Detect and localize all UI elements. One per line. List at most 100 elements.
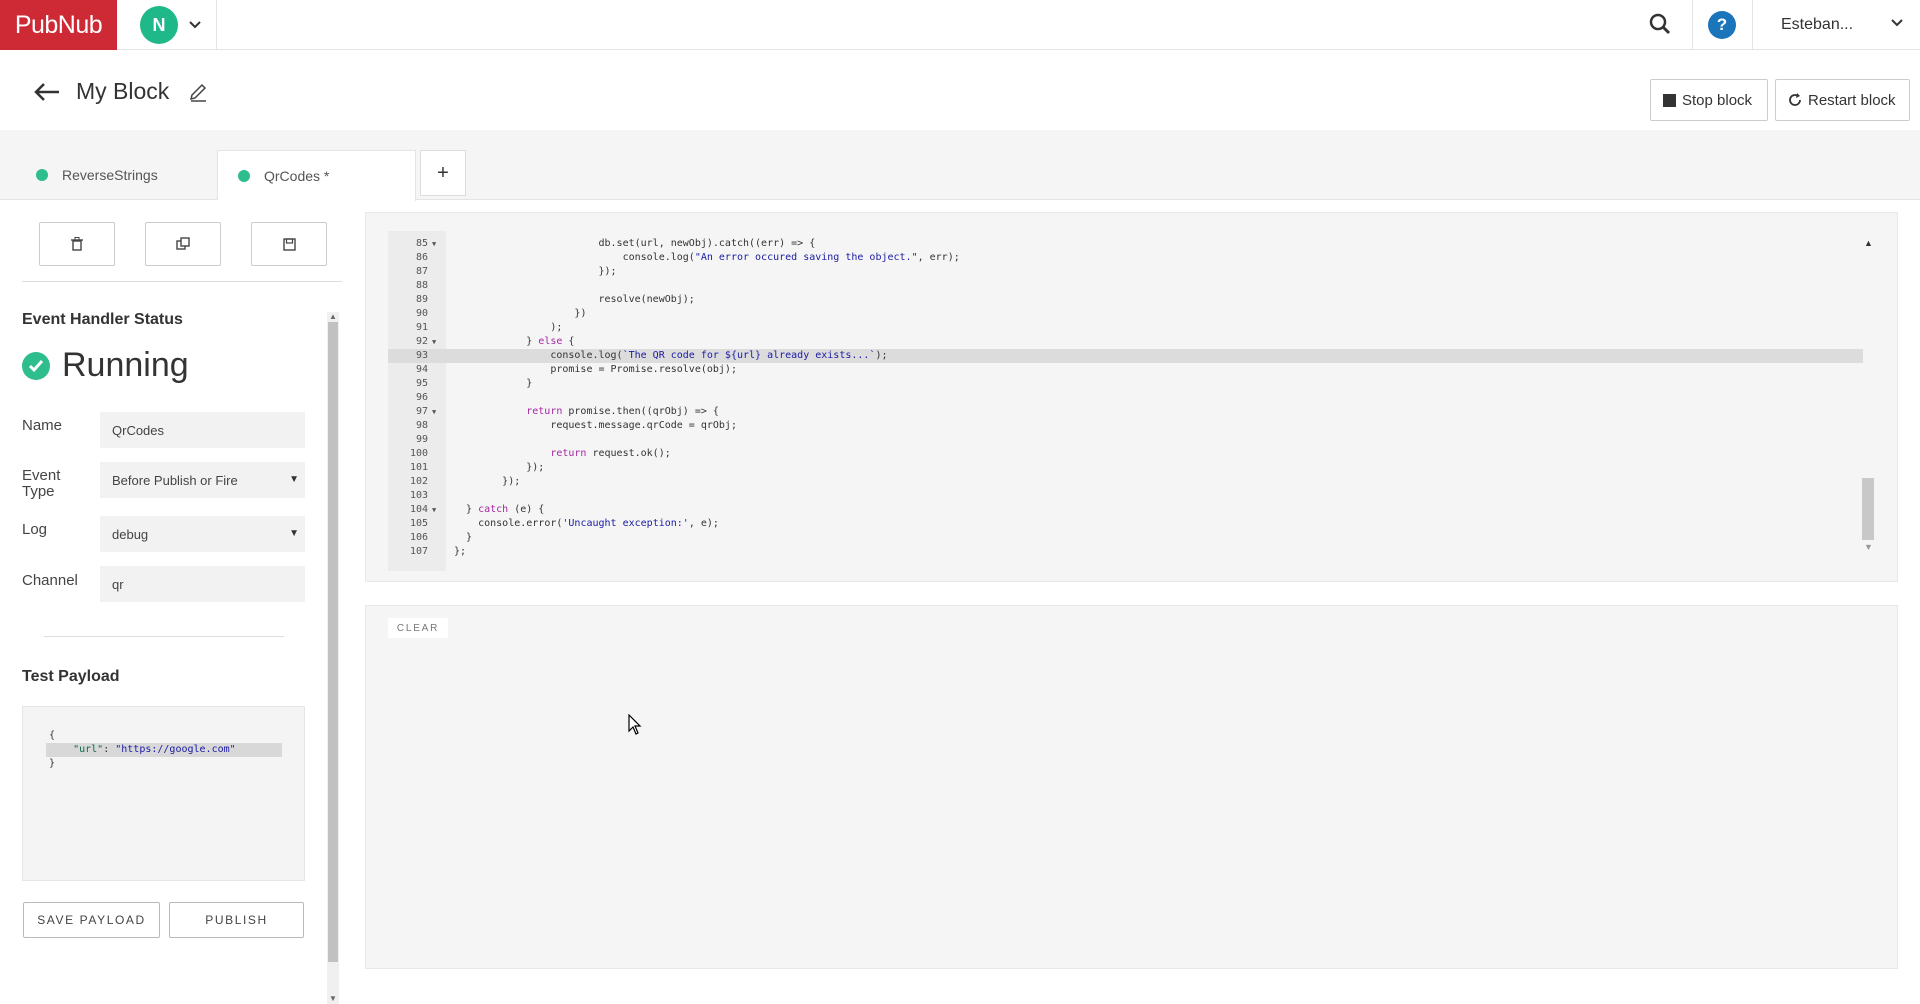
- code-token: });: [526, 462, 545, 473]
- search-icon[interactable]: [1648, 12, 1672, 36]
- code-text: console.log("An error occured saving the…: [444, 251, 960, 265]
- stop-block-label: Stop block: [1682, 91, 1753, 109]
- pencil-icon[interactable]: [188, 82, 208, 102]
- line-number: 102: [409, 476, 428, 487]
- caret-down-icon: ▼: [289, 528, 299, 539]
- code-text: db.set(url, newObj).catch((err) => {: [444, 237, 816, 251]
- fold-arrow-icon[interactable]: ▼: [432, 503, 444, 517]
- line-number: 104: [409, 504, 428, 515]
- back-arrow-icon[interactable]: [33, 80, 61, 104]
- user-menu[interactable]: Esteban...: [1781, 0, 1853, 50]
- line-number: 99: [415, 434, 428, 445]
- code-string: "An error occured saving the object.": [694, 252, 918, 263]
- code-line: 96: [388, 391, 1863, 405]
- restart-block-button[interactable]: Restart block: [1775, 79, 1910, 121]
- stop-block-button[interactable]: Stop block: [1650, 79, 1768, 121]
- line-number: 101: [409, 462, 428, 473]
- code-text: });: [444, 461, 544, 475]
- collapse-arrow-icon[interactable]: ▲: [1864, 238, 1873, 248]
- name-input[interactable]: QrCodes: [100, 412, 305, 448]
- log-select[interactable]: debug ▼: [100, 516, 305, 552]
- line-number: 87: [415, 266, 428, 277]
- code-keyword: return: [526, 406, 563, 417]
- line-number: 94: [415, 364, 428, 375]
- code-token: console.error(: [478, 518, 563, 529]
- test-payload-heading: Test Payload: [22, 668, 120, 685]
- chevron-down-icon[interactable]: [188, 18, 202, 32]
- code-line: 100 return request.ok();: [388, 447, 1863, 461]
- event-type-label: Event Type: [22, 467, 61, 500]
- save-button[interactable]: [251, 222, 327, 266]
- event-type-select[interactable]: Before Publish or Fire ▼: [100, 462, 305, 498]
- line-number: 97: [415, 406, 428, 417]
- save-icon: [282, 237, 296, 251]
- code-text: }: [444, 377, 532, 391]
- code-line: 103: [388, 489, 1863, 503]
- account-avatar[interactable]: N: [140, 6, 178, 44]
- code-line: 102 });: [388, 475, 1863, 489]
- code-line: 89 resolve(newObj);: [388, 293, 1863, 307]
- add-tab-button[interactable]: +: [420, 150, 466, 196]
- status-heading: Event Handler Status: [22, 311, 183, 328]
- code-token: , e);: [688, 518, 719, 529]
- caret-down-icon: ▼: [289, 474, 299, 485]
- help-icon[interactable]: ?: [1708, 11, 1736, 39]
- code-line: 99: [388, 433, 1863, 447]
- line-number: 103: [409, 490, 428, 501]
- channel-input[interactable]: qr: [100, 566, 305, 602]
- payload-editor[interactable]: { "url": "https://google.com" }: [22, 706, 305, 881]
- code-token: }: [526, 378, 533, 389]
- code-text: } catch (e) {: [444, 503, 544, 517]
- code-line: 86 console.log("An error occured saving …: [388, 251, 1863, 265]
- code-editor[interactable]: 85 ▼ db.set(url, newObj).catch((err) => {…: [365, 212, 1898, 582]
- tabs-bar: ReverseStrings QrCodes * +: [0, 130, 1920, 201]
- code-token: });: [502, 476, 521, 487]
- line-number: 85: [415, 238, 428, 249]
- code-line: 88: [388, 279, 1863, 293]
- code-text: }: [444, 531, 472, 545]
- tab-reversestrings[interactable]: ReverseStrings: [36, 150, 216, 200]
- account-switcher[interactable]: N: [140, 5, 202, 45]
- code-keyword: else: [538, 336, 563, 347]
- pubnub-logo[interactable]: PubNub: [0, 0, 117, 50]
- code-text: });: [444, 475, 520, 489]
- line-number: 90: [415, 308, 428, 319]
- fold-arrow-icon[interactable]: ▼: [432, 405, 444, 419]
- code-string: `The QR code for ${url} already exists..…: [622, 350, 876, 361]
- code-text: return request.ok();: [444, 447, 670, 461]
- chevron-down-icon[interactable]: [1890, 16, 1904, 30]
- tab-qrcodes[interactable]: QrCodes *: [217, 150, 416, 201]
- clear-button[interactable]: CLEAR: [388, 618, 448, 638]
- fold-arrow-icon[interactable]: ▼: [432, 237, 444, 251]
- code-text: console.log(`The QR code for ${url} alre…: [444, 349, 887, 363]
- publish-button[interactable]: PUBLISH: [169, 902, 304, 938]
- line-number: 95: [415, 378, 428, 389]
- scroll-up-arrow-icon[interactable]: ▲: [329, 312, 337, 321]
- log-label: Log: [22, 521, 48, 538]
- line-number: 106: [409, 532, 428, 543]
- save-payload-button[interactable]: SAVE PAYLOAD: [23, 902, 160, 938]
- scrollbar-thumb[interactable]: [328, 322, 338, 962]
- code-token: resolve(newObj);: [598, 294, 695, 305]
- restart-block-label: Restart block: [1808, 91, 1896, 109]
- line-number: 100: [409, 448, 428, 459]
- editor-scrollbar-thumb[interactable]: [1862, 478, 1874, 540]
- code-text: resolve(newObj);: [444, 293, 695, 307]
- scroll-down-arrow-icon[interactable]: ▼: [329, 994, 337, 1003]
- fold-arrow-icon[interactable]: ▼: [432, 335, 444, 349]
- scroll-down-arrow-icon[interactable]: ▼: [1864, 542, 1873, 552]
- duplicate-button[interactable]: [145, 222, 221, 266]
- code-token: promise = Promise.resolve(obj);: [550, 364, 737, 375]
- delete-button[interactable]: [39, 222, 115, 266]
